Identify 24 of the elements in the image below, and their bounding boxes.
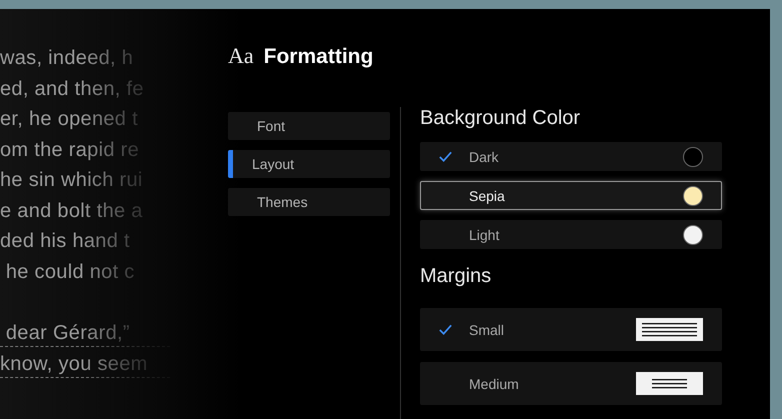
option-row[interactable]: Medium xyxy=(420,362,722,405)
option-label: Light xyxy=(469,226,500,242)
option-label: Dark xyxy=(469,148,499,164)
option-label: Small xyxy=(469,322,504,338)
book-text-line: was, indeed, h xyxy=(0,46,134,71)
sidebar-tab[interactable]: Themes xyxy=(228,188,390,216)
font-size-icon: Aa xyxy=(228,43,254,69)
section-heading: Background Color xyxy=(420,107,582,130)
option-row[interactable]: Small xyxy=(420,308,722,351)
book-text-line: ded his hand t xyxy=(0,229,131,254)
option-label: Sepia xyxy=(469,188,505,204)
book-text-line: know, you seem xyxy=(0,348,170,378)
sidebar-tab[interactable]: Layout xyxy=(228,150,390,178)
option-row[interactable]: Dark xyxy=(420,142,722,171)
book-text-line: he could not c xyxy=(4,260,136,284)
option-row[interactable]: Light xyxy=(420,220,722,249)
book-text-line: dear Gérard,” xyxy=(0,287,170,346)
panel-title: Formatting xyxy=(264,45,374,69)
option-label: Medium xyxy=(469,376,519,392)
book-text-line: om the rapid re xyxy=(0,138,140,162)
book-text-line: he sin which rui xyxy=(0,168,144,193)
section-heading: Margins xyxy=(420,265,492,288)
option-row[interactable]: Sepia xyxy=(420,181,722,210)
sidebar-tab[interactable]: Font xyxy=(228,112,390,140)
